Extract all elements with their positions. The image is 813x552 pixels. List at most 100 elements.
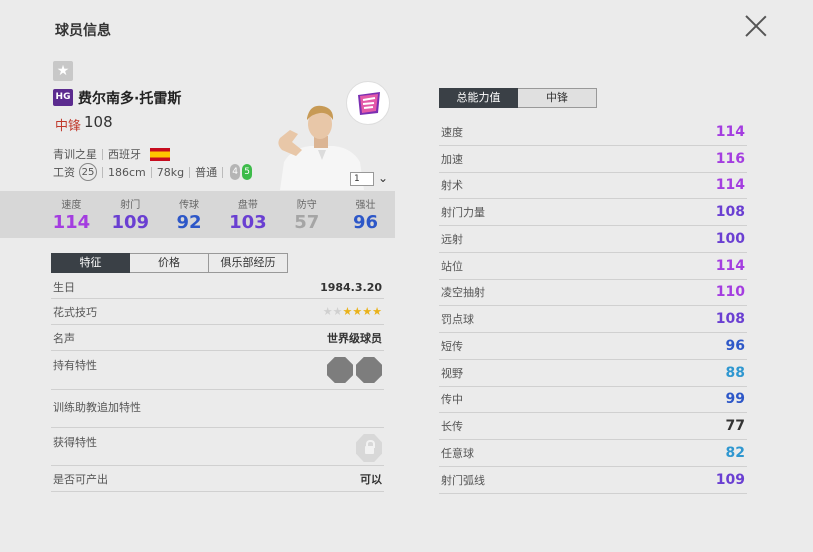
attribute-row: 长传 77 [439, 413, 747, 440]
divider [150, 166, 152, 178]
attribute-name: 射门弧线 [441, 473, 485, 487]
producible-row: 是否可产出 可以 [51, 466, 384, 492]
divider [102, 166, 103, 178]
player-height: 186cm [108, 165, 146, 179]
player-nation: 西班牙 [108, 148, 141, 161]
attribute-value: 96 [725, 337, 745, 354]
attribute-name: 站位 [441, 259, 463, 273]
player-position: 中锋 [55, 119, 82, 134]
attribute-name: 远射 [441, 232, 463, 246]
details-list: 生日 1984.3.20 花式技巧 ★★★★★★ 名声 世界级球员 持有特性 训… [51, 276, 384, 492]
tab-total-stats[interactable]: 总能力值 [439, 88, 518, 108]
star-icon: ★ [342, 305, 353, 318]
jersey-number[interactable]: 1 [350, 172, 374, 186]
summary-stat: 防守 57 [277, 191, 336, 238]
player-info-line1: 青训之星 西班牙 [53, 146, 170, 162]
divider [102, 148, 103, 160]
strong-foot-icon: 5 [242, 164, 253, 180]
summary-stat-label: 防守 [296, 200, 317, 211]
birthday-value: 1984.3.20 [320, 280, 382, 294]
attribute-name: 任意球 [441, 446, 474, 460]
fame-label: 名声 [53, 331, 75, 345]
divider [189, 166, 191, 178]
player-info-line2: 工资 25 186cm 78kg 普通 4 5 [53, 163, 253, 181]
homegrown-badge: HG [53, 89, 73, 106]
tab-price[interactable]: 价格 [130, 253, 209, 273]
tab-traits[interactable]: 特征 [51, 253, 130, 273]
player-name: 费尔南多·托雷斯 [78, 91, 182, 107]
attribute-row: 罚点球 108 [439, 306, 747, 333]
attribute-list: 速度 114 加速 116 射术 114 射门力量 108 远射 100 站位 114 凌空抽射 110 罚… [439, 119, 747, 494]
star-icon: ★ [352, 305, 363, 318]
coach-traits-label: 训练助教追加特性 [53, 401, 141, 414]
skill-stars: ★★★★★★ [323, 305, 382, 318]
attribute-row: 视野 88 [439, 360, 747, 387]
skill-moves-label: 花式技巧 [53, 305, 97, 319]
summary-stat-label: 速度 [61, 200, 82, 211]
summary-stat-label: 射门 [120, 200, 141, 211]
attribute-value: 108 [715, 311, 745, 328]
acquired-traits-row: 获得特性 [51, 428, 384, 466]
summary-stat-value: 92 [176, 212, 202, 233]
trait-icons [324, 357, 382, 383]
summary-stat-value: 57 [294, 212, 320, 233]
traits-label: 持有特性 [53, 359, 97, 372]
summary-stat: 强壮 96 [336, 191, 395, 238]
attribute-value: 108 [715, 204, 745, 221]
attribute-value: 77 [725, 418, 745, 435]
attribute-value: 82 [725, 444, 745, 461]
attribute-name: 加速 [441, 152, 463, 166]
summary-stat: 传球 92 [160, 191, 219, 238]
tab-club-history[interactable]: 俱乐部经历 [209, 253, 288, 273]
tab-position-stats[interactable]: 中锋 [518, 88, 597, 108]
close-icon[interactable] [744, 14, 768, 38]
attribute-name: 速度 [441, 125, 463, 139]
attribute-name: 传中 [441, 393, 463, 407]
summary-stat-label: 强壮 [355, 200, 376, 211]
fame-row: 名声 世界级球员 [51, 325, 384, 351]
summary-stat-value: 114 [52, 212, 91, 233]
summary-stat-value: 96 [353, 212, 379, 233]
summary-stat-value: 109 [111, 212, 150, 233]
star-icon: ★ [322, 305, 333, 318]
attribute-row: 任意球 82 [439, 440, 747, 467]
star-icon: ★ [332, 305, 343, 318]
summary-stat-value: 103 [229, 212, 267, 233]
player-info-panel: 球员信息 ★ HG 费尔南多·托雷斯 中锋 108 青训之星 西班牙 工资 25… [0, 0, 813, 552]
attribute-tabs: 总能力值 中锋 [439, 88, 597, 108]
club-logo-icon [346, 81, 390, 125]
attribute-value: 110 [715, 284, 745, 301]
coach-traits-row: 训练助教追加特性 [51, 390, 384, 428]
summary-stat: 速度 114 [42, 191, 101, 238]
player-body-type: 普通 [195, 166, 218, 179]
chevron-down-icon[interactable]: ⌄ [378, 171, 388, 185]
summary-stat-label: 盘带 [237, 200, 258, 211]
attribute-name: 短传 [441, 339, 463, 353]
birthday-row: 生日 1984.3.20 [51, 276, 384, 299]
favorite-star-icon[interactable]: ★ [53, 61, 73, 81]
attribute-value: 116 [715, 150, 745, 167]
detail-tabs: 特征 价格 俱乐部经历 [51, 253, 288, 273]
trait-finesse-shot-icon[interactable] [327, 357, 353, 383]
summary-stat-label: 传球 [179, 200, 200, 211]
summary-stats-bar: 速度 114 射门 109 传球 92 盘带 103 防守 57 强壮 96 [0, 191, 395, 238]
attribute-row: 射术 114 [439, 173, 747, 200]
attribute-value: 88 [725, 364, 745, 381]
attribute-value: 100 [715, 230, 745, 247]
salary-label: 工资 [53, 166, 75, 179]
player-overall: 108 [84, 113, 113, 131]
lock-icon[interactable] [356, 434, 382, 462]
player-weight: 78kg [156, 165, 185, 179]
salary-value: 25 [79, 163, 97, 181]
summary-stat: 射门 109 [101, 191, 160, 238]
trait-power-header-icon[interactable] [356, 357, 382, 383]
attribute-name: 射术 [441, 179, 463, 193]
attribute-row: 站位 114 [439, 253, 747, 280]
attribute-row: 远射 100 [439, 226, 747, 253]
attribute-row: 射门力量 108 [439, 199, 747, 226]
skill-moves-row: 花式技巧 ★★★★★★ [51, 299, 384, 325]
weak-foot-icon: 4 [230, 164, 241, 180]
summary-stat: 盘带 103 [218, 191, 277, 238]
acquired-traits-label: 获得特性 [53, 436, 97, 449]
attribute-name: 射门力量 [441, 206, 485, 220]
